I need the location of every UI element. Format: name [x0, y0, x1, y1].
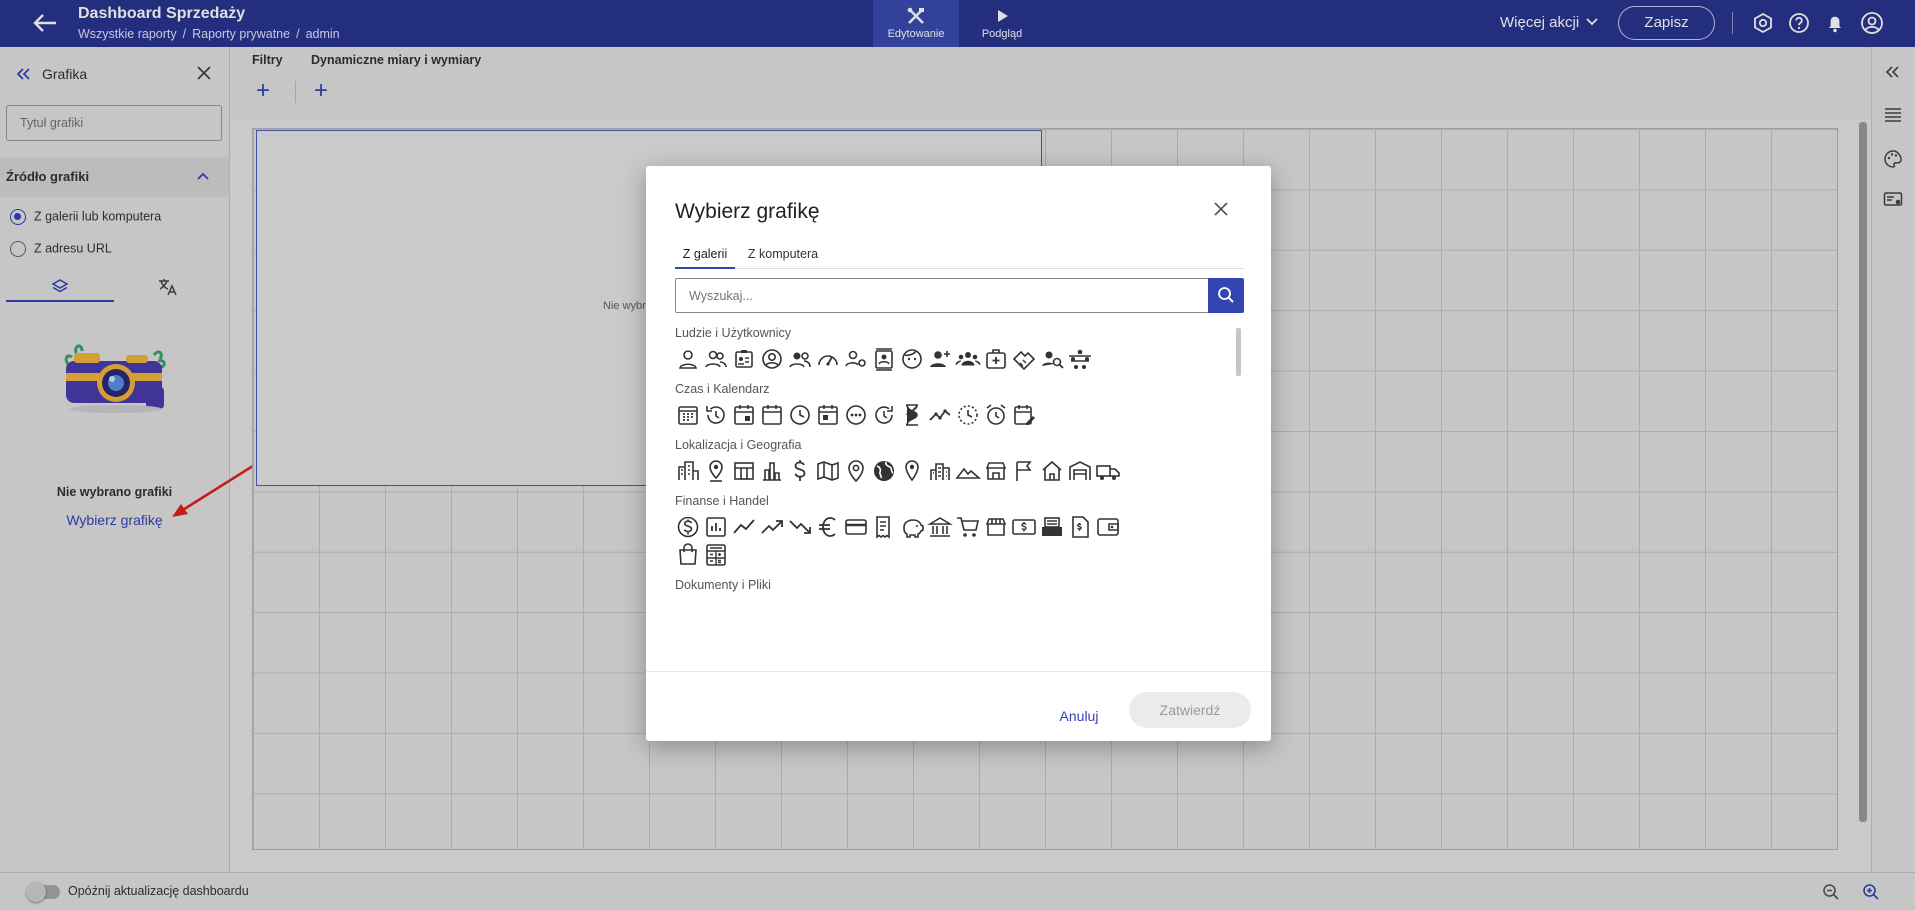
dollar-icon[interactable]: [787, 458, 815, 486]
category-title: Lokalizacja i Geografia: [675, 438, 802, 452]
supervisor-icon[interactable]: [787, 346, 815, 374]
dialog-title: Wybierz grafikę: [675, 200, 820, 223]
calendar-event-icon[interactable]: [731, 402, 759, 430]
icon-search-input[interactable]: [675, 278, 1209, 313]
terrain-icon[interactable]: [955, 458, 983, 486]
piggy-bank-icon[interactable]: [899, 514, 927, 542]
handshake-icon[interactable]: [1011, 346, 1039, 374]
globe-icon[interactable]: [871, 458, 899, 486]
analytics-icon[interactable]: [703, 514, 731, 542]
city-icon[interactable]: [675, 458, 703, 486]
calendar-month-icon[interactable]: [675, 402, 703, 430]
medical-case-icon[interactable]: [983, 346, 1011, 374]
cancel-button[interactable]: Anuluj: [1049, 708, 1109, 724]
category-title: Czas i Kalendarz: [675, 382, 770, 396]
choose-graphic-dialog: Wybierz grafikę Z galerii Z komputera Lu…: [646, 166, 1271, 741]
gauge-icon[interactable]: [815, 346, 843, 374]
person-gear-icon[interactable]: [843, 346, 871, 374]
truck-icon[interactable]: [1095, 458, 1123, 486]
category-title: Ludzie i Użytkownicy: [675, 326, 792, 340]
timeline-icon[interactable]: [927, 402, 955, 430]
hourglass-icon[interactable]: [899, 402, 927, 430]
clock-icon[interactable]: [787, 402, 815, 430]
line-chart-icon[interactable]: [731, 514, 759, 542]
tab-gallery[interactable]: Z galerii: [675, 247, 735, 269]
dotted-clock-icon[interactable]: [955, 402, 983, 430]
icon-gallery[interactable]: Ludzie i Użytkownicy Czas i Kalendarz Loka…: [675, 326, 1255, 670]
warehouse-icon[interactable]: [1067, 458, 1095, 486]
network-icon[interactable]: [1067, 346, 1095, 374]
storefront-icon[interactable]: [983, 514, 1011, 542]
history-icon[interactable]: [703, 402, 731, 430]
search-button[interactable]: [1208, 278, 1244, 313]
table-view-icon[interactable]: [731, 458, 759, 486]
invoice-icon[interactable]: [1067, 514, 1095, 542]
alarm-icon[interactable]: [983, 402, 1011, 430]
dialog-tabs: Z galerii Z komputera: [675, 247, 1243, 269]
account-circle-icon[interactable]: [759, 346, 787, 374]
groups-icon[interactable]: [955, 346, 983, 374]
person-search-icon[interactable]: [1039, 346, 1067, 374]
gallery-scrollbar[interactable]: [1236, 328, 1241, 376]
calendar-edit-icon[interactable]: [1011, 402, 1039, 430]
pending-icon[interactable]: [843, 402, 871, 430]
map-icon[interactable]: [815, 458, 843, 486]
person-add-icon[interactable]: [927, 346, 955, 374]
calculator-icon[interactable]: [703, 542, 731, 570]
payments-icon[interactable]: [1011, 514, 1039, 542]
category-title: Finanse i Handel: [675, 494, 769, 508]
home-icon[interactable]: [1039, 458, 1067, 486]
tab-computer[interactable]: Z komputera: [743, 247, 823, 269]
people-icon[interactable]: [703, 346, 731, 374]
face-icon[interactable]: [899, 346, 927, 374]
buildings-icon[interactable]: [927, 458, 955, 486]
cart-icon[interactable]: [955, 514, 983, 542]
trending-up-icon[interactable]: [759, 514, 787, 542]
person-icon[interactable]: [675, 346, 703, 374]
cash-register-icon[interactable]: [1039, 514, 1067, 542]
close-icon[interactable]: [1214, 202, 1228, 216]
place-icon[interactable]: [899, 458, 927, 486]
wallet-icon[interactable]: [1095, 514, 1123, 542]
euro-icon[interactable]: [815, 514, 843, 542]
confirm-button[interactable]: Zatwierdź: [1129, 692, 1251, 728]
receipt-icon[interactable]: [871, 514, 899, 542]
location-icon[interactable]: [843, 458, 871, 486]
bar-chart-icon[interactable]: [759, 458, 787, 486]
dialog-footer: Anuluj Zatwierdź: [646, 671, 1271, 741]
calendar-icon[interactable]: [759, 402, 787, 430]
category-title: Dokumenty i Pliki: [675, 578, 771, 592]
id-badge-icon[interactable]: [731, 346, 759, 374]
credit-card-icon[interactable]: [843, 514, 871, 542]
dollar-circle-icon[interactable]: [675, 514, 703, 542]
trending-down-icon[interactable]: [787, 514, 815, 542]
shopping-bag-icon[interactable]: [675, 542, 703, 570]
calendar-today-icon[interactable]: [815, 402, 843, 430]
contact-card-icon[interactable]: [871, 346, 899, 374]
search-icon: [1218, 287, 1234, 303]
pin-icon[interactable]: [703, 458, 731, 486]
update-icon[interactable]: [871, 402, 899, 430]
bank-icon[interactable]: [927, 514, 955, 542]
flag-icon[interactable]: [1011, 458, 1039, 486]
store-icon[interactable]: [983, 458, 1011, 486]
